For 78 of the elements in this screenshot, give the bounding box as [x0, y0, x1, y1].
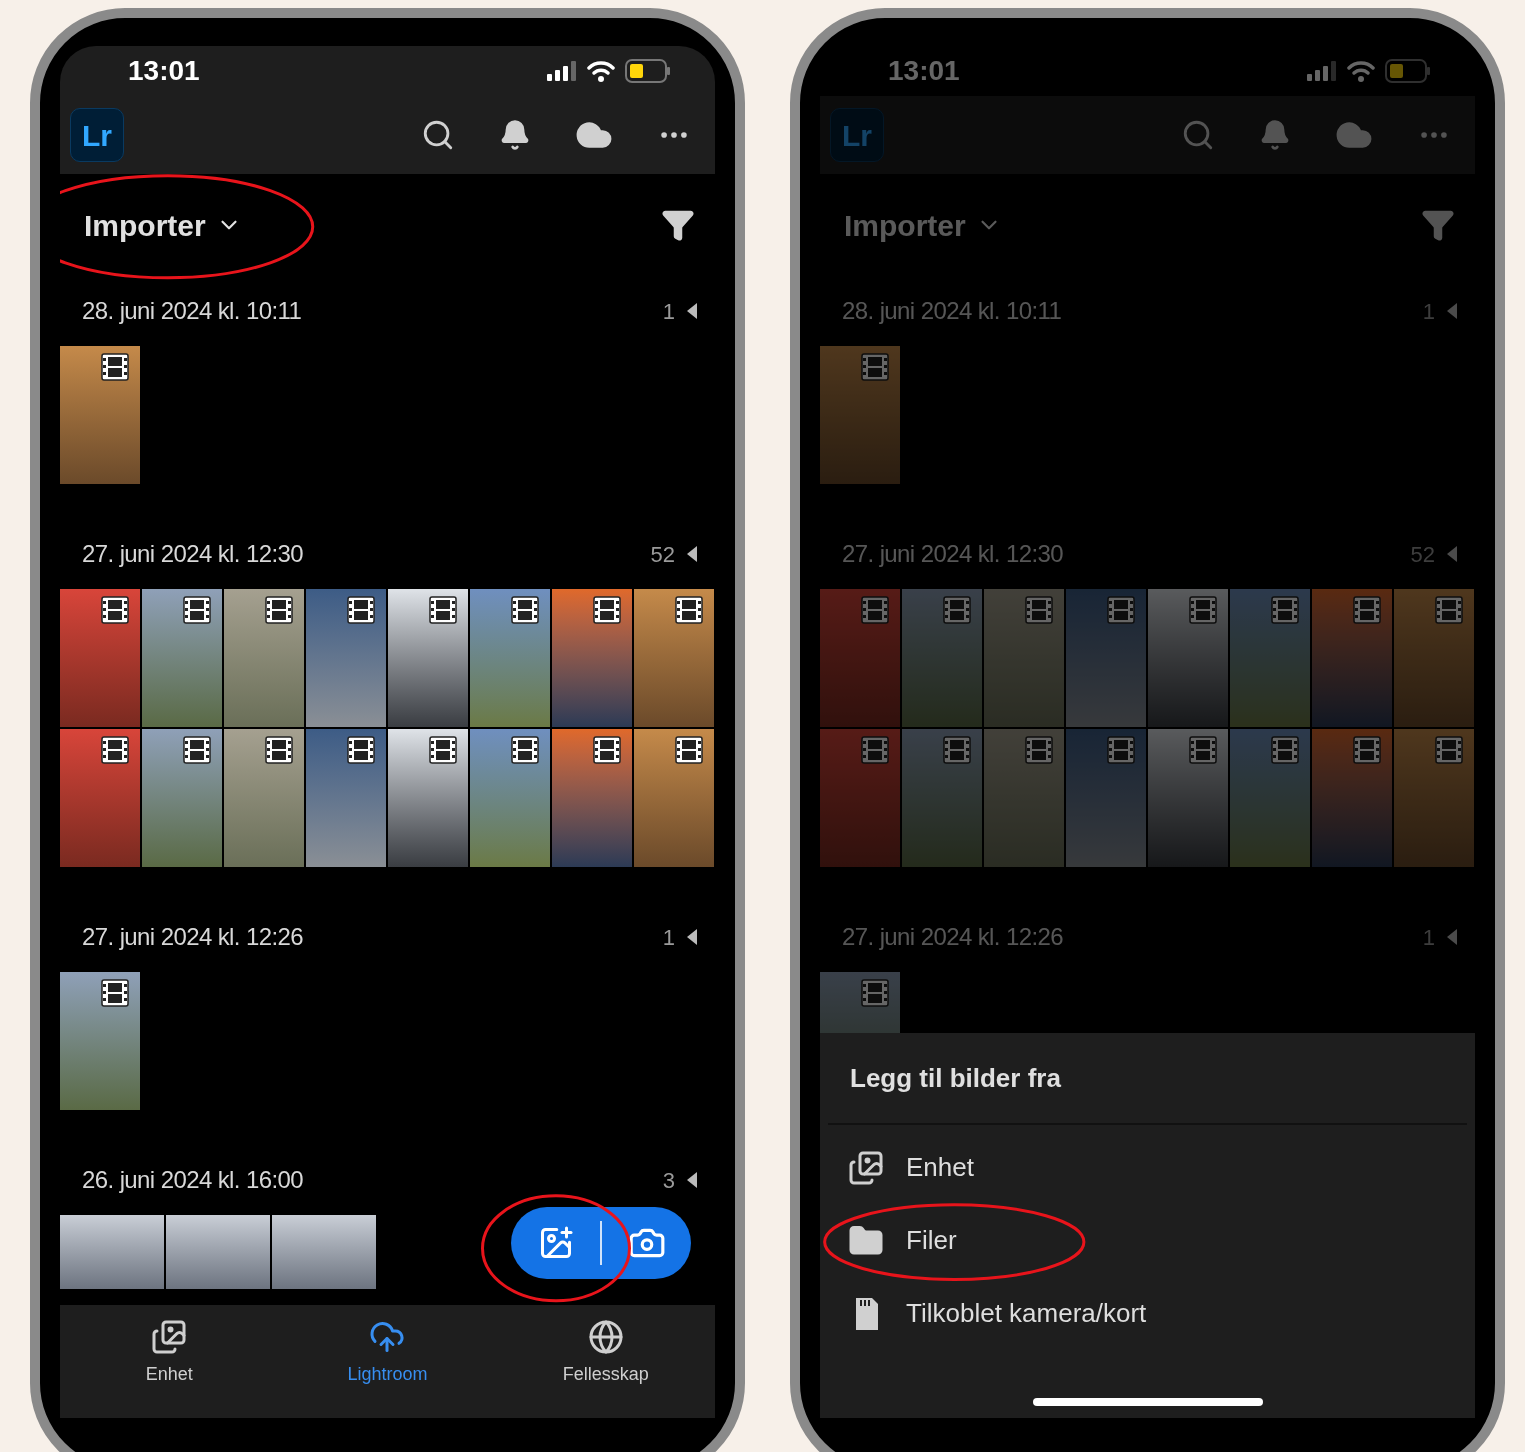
photo-thumbnail[interactable]	[552, 589, 632, 727]
photo-thumbnail[interactable]	[984, 729, 1064, 867]
photo-count: 3	[662, 1166, 675, 1195]
photo-thumbnail[interactable]	[1394, 729, 1474, 867]
battery-icon	[625, 59, 671, 83]
photo-count: 1	[1422, 923, 1435, 952]
photo-thumbnail[interactable]	[60, 346, 140, 484]
photo-count: 52	[650, 540, 675, 569]
tab-bar-item[interactable]: Enhet	[94, 1319, 245, 1388]
photo-thumbnail[interactable]	[272, 1215, 376, 1289]
sheet-menu-item[interactable]: Tilkoblet kamera/kort	[828, 1277, 1167, 1350]
collapse-caret-icon[interactable]	[687, 1172, 697, 1188]
photo-thumbnail[interactable]	[634, 589, 714, 727]
date-heading: 27. juni 2024 kl. 12:30	[842, 539, 1064, 569]
globe-icon	[587, 1319, 624, 1355]
photo-thumbnail[interactable]	[306, 729, 386, 867]
search-icon[interactable]	[421, 118, 455, 152]
photo-thumbnail[interactable]	[224, 589, 304, 727]
tab-bar-item[interactable]: Fellesskap	[530, 1319, 681, 1388]
device-photos-icon	[151, 1319, 188, 1355]
photo-count: 1	[662, 923, 675, 952]
date-heading: 27. juni 2024 kl. 12:30	[82, 539, 304, 569]
device-photos-icon	[848, 1149, 884, 1186]
photo-thumbnail[interactable]	[1312, 729, 1392, 867]
photo-thumbnail[interactable]	[820, 729, 900, 867]
date-heading: 27. juni 2024 kl. 12:26	[842, 922, 1064, 952]
signal-icon	[1307, 61, 1337, 81]
photo-thumbnail[interactable]	[388, 729, 468, 867]
date-heading: 28. juni 2024 kl. 10:11	[842, 296, 1062, 326]
date-heading: 27. juni 2024 kl. 12:26	[82, 922, 304, 952]
photo-thumbnail[interactable]	[552, 729, 632, 867]
sheet-title: Legg til bilder fra	[850, 1061, 1061, 1095]
photo-thumbnail[interactable]	[820, 589, 900, 727]
tab-bar-item[interactable]: Lightroom	[312, 1319, 463, 1388]
photo-thumbnail[interactable]	[470, 589, 550, 727]
photo-thumbnail[interactable]	[1148, 589, 1228, 727]
wifi-icon	[587, 60, 615, 82]
photo-thumbnail[interactable]	[1148, 729, 1228, 867]
sheet-menu-item[interactable]: Enhet	[828, 1131, 994, 1204]
photo-thumbnail[interactable]	[388, 589, 468, 727]
photo-thumbnail[interactable]	[1312, 589, 1392, 727]
photo-thumbnail[interactable]	[984, 589, 1064, 727]
wifi-icon	[1347, 60, 1375, 82]
photo-thumbnail[interactable]	[60, 1215, 164, 1289]
signal-icon	[547, 61, 577, 81]
photo-thumbnail[interactable]	[142, 589, 222, 727]
photo-thumbnail[interactable]	[306, 589, 386, 727]
status-time: 13:01	[128, 54, 200, 88]
cloud-photos-icon	[369, 1319, 406, 1355]
photo-thumbnail[interactable]	[820, 346, 900, 484]
photo-thumbnail[interactable]	[60, 589, 140, 727]
photo-count: 1	[1422, 297, 1435, 326]
photo-thumbnail[interactable]	[1394, 589, 1474, 727]
photo-thumbnail[interactable]	[60, 972, 140, 1110]
photo-thumbnail[interactable]	[224, 729, 304, 867]
photo-thumbnail[interactable]	[1066, 589, 1146, 727]
photo-count: 52	[1410, 540, 1435, 569]
photo-thumbnail[interactable]	[1230, 589, 1310, 727]
filter-icon[interactable]	[661, 208, 695, 242]
app-logo[interactable]: Lr	[70, 108, 124, 162]
collapse-caret-icon[interactable]	[687, 546, 697, 562]
photo-thumbnail[interactable]	[902, 729, 982, 867]
collapse-caret-icon[interactable]	[687, 303, 697, 319]
photo-thumbnail[interactable]	[1066, 729, 1146, 867]
date-heading: 26. juni 2024 kl. 16:00	[82, 1165, 304, 1195]
photo-thumbnail[interactable]	[142, 729, 222, 867]
status-time: 13:01	[888, 54, 960, 88]
notification-bell-icon[interactable]	[499, 119, 531, 151]
photo-thumbnail[interactable]	[470, 729, 550, 867]
photo-thumbnail[interactable]	[902, 589, 982, 727]
photo-thumbnail[interactable]	[166, 1215, 270, 1289]
photo-count: 1	[662, 297, 675, 326]
date-heading: 28. juni 2024 kl. 10:11	[82, 296, 302, 326]
collapse-caret-icon[interactable]	[687, 929, 697, 945]
photo-thumbnail[interactable]	[634, 729, 714, 867]
photo-thumbnail[interactable]	[60, 729, 140, 867]
battery-icon	[1385, 59, 1431, 83]
photo-thumbnail[interactable]	[1230, 729, 1310, 867]
